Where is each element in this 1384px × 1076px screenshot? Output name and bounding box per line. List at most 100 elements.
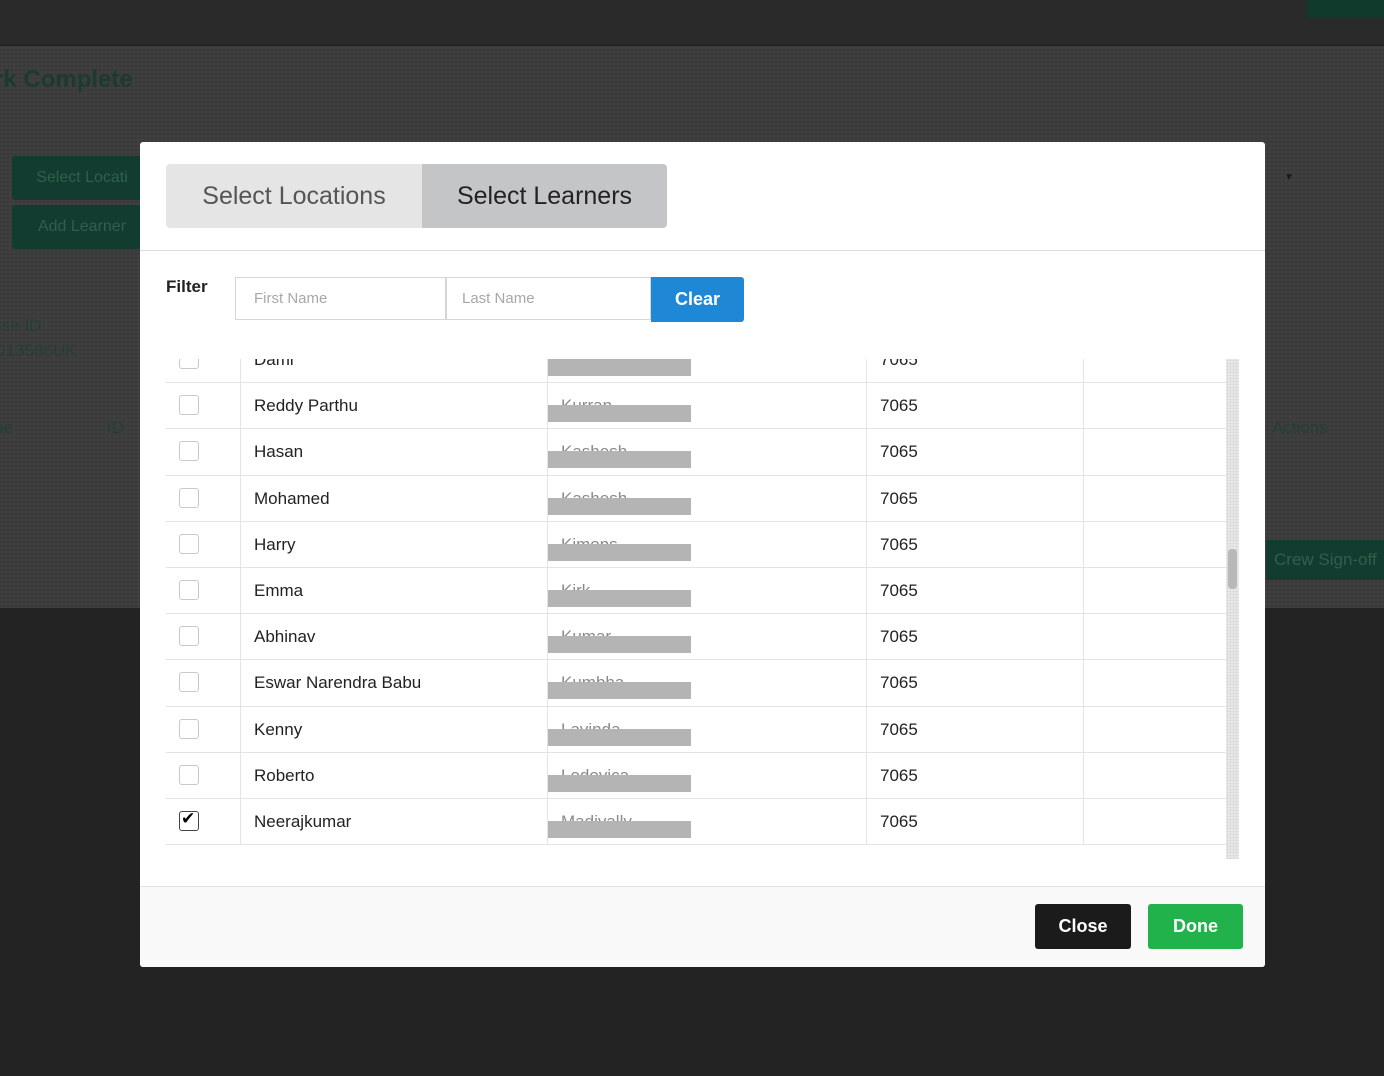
table-row[interactable]: EmmaKirk7065 — [166, 567, 1226, 615]
learner-id-cell: 7065 — [867, 660, 1084, 706]
row-checkbox[interactable] — [179, 626, 199, 647]
redaction-bar — [548, 451, 691, 469]
learner-id-cell: 7065 — [867, 706, 1084, 752]
row-checkbox[interactable] — [179, 672, 199, 693]
redaction-bar — [548, 543, 691, 561]
learners-table: DamiKaram7065Reddy ParthuKurran7065Hasan… — [166, 359, 1239, 859]
row-checkbox[interactable]: ✔ — [179, 808, 199, 831]
empty-cell — [1084, 614, 1226, 659]
checkbox-cell — [166, 752, 241, 798]
learner-id-cell: 7065 — [867, 798, 1084, 845]
add-learner-button-bg: Add Learner — [12, 205, 152, 249]
last-name-cell: Kirk — [548, 567, 867, 614]
column-id-bg: ID — [107, 418, 124, 437]
column-actions-bg: Actions — [1272, 418, 1328, 437]
checkbox-cell — [166, 429, 241, 475]
learner-id-cell: 7065 — [867, 521, 1084, 567]
first-name-cell: Dami — [241, 359, 548, 383]
row-checkbox[interactable] — [179, 359, 199, 369]
empty-cell — [1084, 429, 1226, 474]
last-name-cell: Lavinda — [548, 706, 867, 752]
empty-cell — [1084, 383, 1226, 428]
last-name-cell: Kurran — [548, 383, 867, 429]
first-name-cell: Abhinav — [241, 614, 548, 660]
top-bar — [0, 0, 1384, 44]
row-checkbox[interactable] — [179, 579, 199, 600]
first-name-cell: Kenny — [241, 706, 548, 752]
checkmark-icon: ✔ — [181, 808, 196, 828]
redaction-bar — [548, 728, 691, 746]
learner-id-cell: 7065 — [867, 383, 1084, 429]
row-checkbox[interactable] — [179, 441, 199, 462]
table-row[interactable]: ✔ NeerajkumarMadiyally7065 — [166, 798, 1226, 846]
last-name-cell: Kashesh — [548, 429, 867, 475]
empty-cell — [1084, 359, 1226, 382]
first-name-cell: Neerajkumar — [241, 798, 548, 845]
redaction-bar — [548, 405, 691, 423]
redaction-bar — [548, 497, 691, 515]
chevron-down-icon: ▼ — [1284, 172, 1294, 183]
scrollbar-thumb[interactable] — [1228, 549, 1237, 589]
redaction-bar — [548, 682, 691, 700]
empty-cell — [1084, 522, 1226, 567]
learner-id-cell: 7065 — [867, 567, 1084, 614]
close-button[interactable]: Close — [1035, 904, 1131, 949]
select-locations-button-bg: Select Locati — [12, 156, 152, 200]
done-button[interactable]: Done — [1148, 904, 1243, 949]
row-checkbox[interactable] — [179, 395, 199, 416]
select-learners-modal: Select Locations Select Learners Filter … — [140, 142, 1265, 967]
redaction-bar — [548, 359, 691, 376]
first-name-cell: Eswar Narendra Babu — [241, 660, 548, 706]
row-checkbox[interactable] — [179, 487, 199, 508]
tab-select-locations[interactable]: Select Locations — [166, 164, 422, 228]
clear-button[interactable]: Clear — [651, 277, 744, 322]
learner-id-cell: 7065 — [867, 752, 1084, 798]
table-row[interactable]: Reddy ParthuKurran7065 — [166, 383, 1226, 430]
empty-cell — [1084, 707, 1226, 752]
last-name-cell: Madiyally — [548, 798, 867, 845]
learner-id-cell: 7065 — [867, 359, 1084, 383]
modal-tabs: Select Locations Select Learners — [166, 164, 667, 228]
table-row[interactable]: DamiKaram7065 — [166, 359, 1226, 384]
table-row[interactable]: Eswar Narendra BabuKumbha7065 — [166, 660, 1226, 707]
table-row[interactable]: MohamedKashesh7065 — [166, 475, 1226, 522]
page-title: rk Complete — [0, 66, 133, 93]
crew-signoff-button-bg: Crew Sign-off — [1266, 540, 1384, 580]
table-row[interactable]: KennyLavinda7065 — [166, 706, 1226, 753]
first-name-cell: Roberto — [241, 752, 548, 798]
table-row[interactable]: RobertoLodovica7065 — [166, 752, 1226, 799]
checkbox-cell — [166, 359, 241, 383]
learner-id-cell: 7065 — [867, 429, 1084, 475]
last-name-input[interactable] — [446, 277, 651, 320]
redaction-bar — [548, 774, 691, 792]
learner-id-cell: 7065 — [867, 614, 1084, 660]
first-name-cell: Emma — [241, 567, 548, 614]
table-row[interactable]: HarryKimons7065 — [166, 521, 1226, 568]
checkbox-cell — [166, 614, 241, 660]
course-id-label: rse ID — [0, 316, 42, 335]
empty-cell — [1084, 660, 1226, 705]
first-name-cell: Hasan — [241, 429, 548, 475]
checkbox-cell — [166, 660, 241, 706]
checkbox-cell: ✔ — [166, 798, 241, 845]
tab-select-learners[interactable]: Select Learners — [422, 164, 667, 228]
column-name-bg: ne — [0, 418, 13, 437]
empty-cell — [1084, 753, 1226, 798]
learners-table-body: DamiKaram7065Reddy ParthuKurran7065Hasan… — [166, 359, 1226, 846]
row-checkbox[interactable] — [179, 718, 199, 739]
table-row[interactable]: AbhinavKumar7065 — [166, 614, 1226, 661]
last-name-cell: Karam — [548, 359, 867, 383]
row-checkbox[interactable] — [179, 533, 199, 554]
row-checkbox[interactable] — [179, 764, 199, 785]
last-name-cell: Kashesh — [548, 475, 867, 521]
checkbox-cell — [166, 567, 241, 614]
course-id-value: 013586UK — [0, 341, 77, 360]
checkbox-cell — [166, 475, 241, 521]
redaction-bar — [548, 636, 691, 654]
first-name-input[interactable] — [235, 277, 446, 320]
table-row[interactable]: HasanKashesh7065 — [166, 429, 1226, 476]
top-right-button — [1307, 0, 1384, 18]
redaction-bar — [548, 589, 691, 607]
learner-id-cell: 7065 — [867, 475, 1084, 521]
table-scrollbar[interactable] — [1226, 359, 1239, 859]
